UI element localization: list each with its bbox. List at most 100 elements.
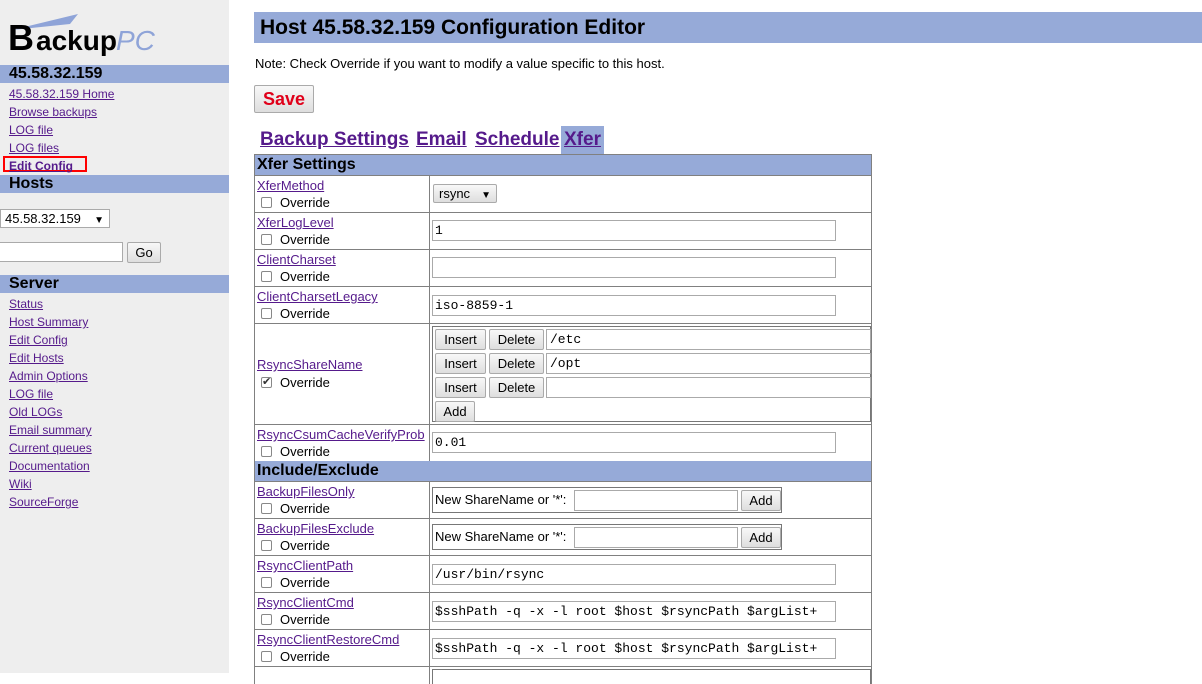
param-row: ClientCharset Override	[255, 249, 871, 286]
param-xfer-method-link[interactable]: XferMethod	[257, 178, 324, 193]
param-backup-files-exclude-link[interactable]: BackupFilesExclude	[257, 521, 374, 536]
rsync-client-cmd-input[interactable]: $sshPath -q -x -l root $host $rsyncPath …	[432, 601, 836, 622]
override-label: Override	[280, 575, 330, 590]
tab-email[interactable]: Email	[416, 126, 467, 154]
server-edit-hosts-link[interactable]: Edit Hosts	[9, 351, 64, 365]
xfer-log-level-input[interactable]: 1	[432, 220, 836, 241]
dropdown-arrow-icon: ▼	[94, 215, 104, 226]
backuppc-logo[interactable]: B ackup PC	[8, 12, 158, 58]
override-checkbox[interactable]	[261, 503, 272, 514]
param-rsync-client-cmd-link[interactable]: RsyncClientCmd	[257, 595, 354, 610]
override-checkbox[interactable]	[261, 614, 272, 625]
share-name-input[interactable]: /opt	[546, 353, 871, 374]
override-label: Override	[280, 538, 330, 553]
delete-button[interactable]: Delete	[489, 353, 544, 374]
override-label: Override	[280, 306, 330, 321]
insert-button[interactable]: Insert	[435, 377, 486, 398]
rsync-csum-input[interactable]: 0.01	[432, 432, 836, 453]
override-checkbox[interactable]	[261, 197, 272, 208]
override-checkbox[interactable]	[261, 651, 272, 662]
list-item: Insert Delete	[435, 377, 871, 401]
override-label: Override	[280, 375, 330, 390]
delete-button[interactable]: Delete	[489, 329, 544, 350]
host-log-file-link[interactable]: LOG file	[9, 123, 53, 137]
host-select[interactable]: 45.58.32.159 ▼	[0, 209, 110, 228]
param-client-charset-link[interactable]: ClientCharset	[257, 252, 336, 267]
server-wiki-link[interactable]: Wiki	[9, 477, 32, 491]
tab-backup-settings[interactable]: Backup Settings	[260, 126, 409, 154]
override-control: Override	[261, 501, 330, 516]
override-control: Override	[261, 269, 330, 284]
tab-xfer[interactable]: Xfer	[561, 126, 604, 154]
server-documentation-link[interactable]: Documentation	[9, 459, 90, 473]
override-label: Override	[280, 195, 330, 210]
tab-schedule[interactable]: Schedule	[475, 126, 559, 154]
override-checkbox[interactable]	[261, 446, 272, 457]
server-host-summary-link[interactable]: Host Summary	[9, 315, 88, 329]
override-checkbox[interactable]	[261, 577, 272, 588]
param-rsync-client-restore-cmd-link[interactable]: RsyncClientRestoreCmd	[257, 632, 399, 647]
add-button[interactable]: Add	[741, 490, 781, 511]
override-control: Override	[261, 538, 330, 553]
new-share-input[interactable]	[574, 527, 738, 548]
logo-ackup: ackup	[36, 25, 117, 56]
logo-pc: PC	[116, 25, 156, 56]
insert-button[interactable]: Insert	[435, 329, 486, 350]
add-share-button[interactable]: Add	[435, 401, 475, 422]
insert-button[interactable]: Insert	[435, 353, 486, 374]
override-checkbox-checked[interactable]	[261, 375, 272, 388]
param-row: RsyncShareName Override Insert Delete /e…	[255, 323, 871, 424]
section-xfer-settings: Xfer Settings	[255, 155, 871, 175]
new-share-box: New ShareName or '*': Add	[432, 524, 782, 550]
override-checkbox[interactable]	[261, 234, 272, 245]
override-label: Override	[280, 501, 330, 516]
rsync-client-restore-cmd-input[interactable]: $sshPath -q -x -l root $host $rsyncPath …	[432, 638, 836, 659]
param-rsync-share-name-link[interactable]: RsyncShareName	[257, 357, 363, 372]
server-status-link[interactable]: Status	[9, 297, 43, 311]
share-name-input[interactable]: /etc	[546, 329, 871, 350]
config-form: Xfer Settings XferMethod Override rsync ▼…	[254, 154, 872, 684]
host-log-files-link[interactable]: LOG files	[9, 141, 59, 155]
override-label: Override	[280, 232, 330, 247]
param-client-charset-legacy-link[interactable]: ClientCharsetLegacy	[257, 289, 378, 304]
override-control: Override	[261, 649, 330, 664]
host-edit-config-link[interactable]: Edit Config	[9, 159, 73, 173]
param-row	[255, 666, 871, 684]
param-xfer-log-level-link[interactable]: XferLogLevel	[257, 215, 334, 230]
server-sourceforge-link[interactable]: SourceForge	[9, 495, 78, 509]
rsync-client-path-input[interactable]: /usr/bin/rsync	[432, 564, 836, 585]
param-row: ClientCharsetLegacy Override iso-8859-1	[255, 286, 871, 323]
param-row: XferMethod Override rsync ▼	[255, 175, 871, 213]
server-log-file-link[interactable]: LOG file	[9, 387, 53, 401]
override-control: Override	[261, 444, 330, 459]
server-email-summary-link[interactable]: Email summary	[9, 423, 92, 437]
override-control: Override	[261, 375, 330, 390]
client-charset-input[interactable]	[432, 257, 836, 278]
server-edit-config-link[interactable]: Edit Config	[9, 333, 68, 347]
xfer-method-select[interactable]: rsync ▼	[433, 184, 497, 203]
host-search-input[interactable]	[0, 242, 123, 262]
server-old-logs-link[interactable]: Old LOGs	[9, 405, 62, 419]
page-title: Host 45.58.32.159 Configuration Editor	[254, 12, 1202, 43]
param-rsync-client-path-link[interactable]: RsyncClientPath	[257, 558, 353, 573]
share-name-input[interactable]	[546, 377, 871, 398]
param-row: BackupFilesOnly Override New ShareName o…	[255, 481, 871, 518]
override-checkbox[interactable]	[261, 308, 272, 319]
server-admin-options-link[interactable]: Admin Options	[9, 369, 88, 383]
save-button[interactable]: Save	[254, 85, 314, 113]
override-note: Note: Check Override if you want to modi…	[255, 56, 665, 71]
list-box-partial	[432, 669, 871, 684]
override-checkbox[interactable]	[261, 540, 272, 551]
go-button[interactable]: Go	[127, 242, 161, 263]
share-name-list: Insert Delete /etc Insert Delete /opt In…	[432, 326, 871, 422]
add-button[interactable]: Add	[741, 527, 781, 548]
param-backup-files-only-link[interactable]: BackupFilesOnly	[257, 484, 355, 499]
delete-button[interactable]: Delete	[489, 377, 544, 398]
client-charset-legacy-input[interactable]: iso-8859-1	[432, 295, 836, 316]
host-home-link[interactable]: 45.58.32.159 Home	[9, 87, 114, 101]
param-rsync-csum-link[interactable]: RsyncCsumCacheVerifyProb	[257, 427, 425, 442]
override-checkbox[interactable]	[261, 271, 272, 282]
server-current-queues-link[interactable]: Current queues	[9, 441, 92, 455]
browse-backups-link[interactable]: Browse backups	[9, 105, 97, 119]
new-share-input[interactable]	[574, 490, 738, 511]
